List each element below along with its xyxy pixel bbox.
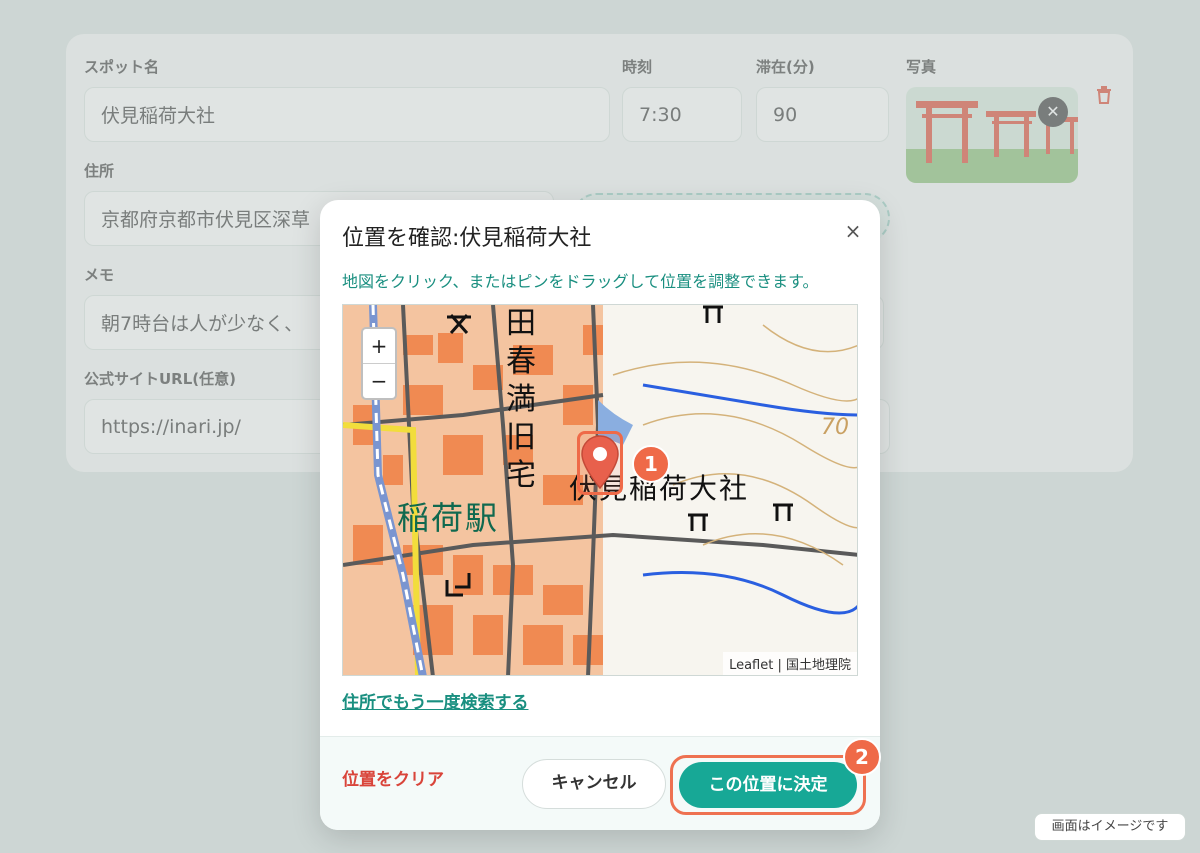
zoom-out-button[interactable]: − (363, 364, 395, 398)
cancel-button[interactable]: キャンセル (522, 759, 666, 809)
close-dialog-button[interactable]: × (840, 218, 866, 244)
step-badge-1: 1 (632, 445, 670, 483)
map-attribution[interactable]: Leaflet | 国土地理院 (723, 652, 857, 675)
zoom-control: + − (361, 327, 397, 400)
location-pin[interactable] (581, 435, 619, 493)
dialog-title: 位置を確認:伏見稲荷大社 (342, 226, 592, 251)
map-label-contour: 70 (821, 415, 849, 440)
dialog-footer: 位置をクリア キャンセル この位置に決定 (320, 736, 880, 830)
confirm-highlight: この位置に決定 (670, 755, 866, 815)
close-icon: × (844, 219, 862, 243)
map-label-vertical: 田 春 満 旧 宅 (506, 306, 536, 493)
location-confirm-dialog: 位置を確認:伏見稲荷大社 × 地図をクリック、またはピンをドラッグして位置を調整… (320, 200, 880, 830)
zoom-in-button[interactable]: + (363, 329, 395, 364)
image-disclaimer: 画面はイメージです (1034, 813, 1186, 841)
dialog-hint: 地図をクリック、またはピンをドラッグして位置を調整できます。 (342, 272, 819, 291)
clear-location-link[interactable]: 位置をクリア (342, 765, 444, 790)
map-label-station: 稲荷駅 (397, 499, 500, 537)
map-view[interactable]: 田 春 満 旧 宅 稲荷駅 伏見稲荷大社 70 1 + − Leaflet | … (342, 304, 858, 676)
confirm-location-button[interactable]: この位置に決定 (679, 762, 857, 808)
research-address-link[interactable]: 住所でもう一度検索する (342, 688, 529, 713)
map-pin-icon (581, 435, 619, 490)
step-badge-2: 2 (843, 738, 881, 776)
